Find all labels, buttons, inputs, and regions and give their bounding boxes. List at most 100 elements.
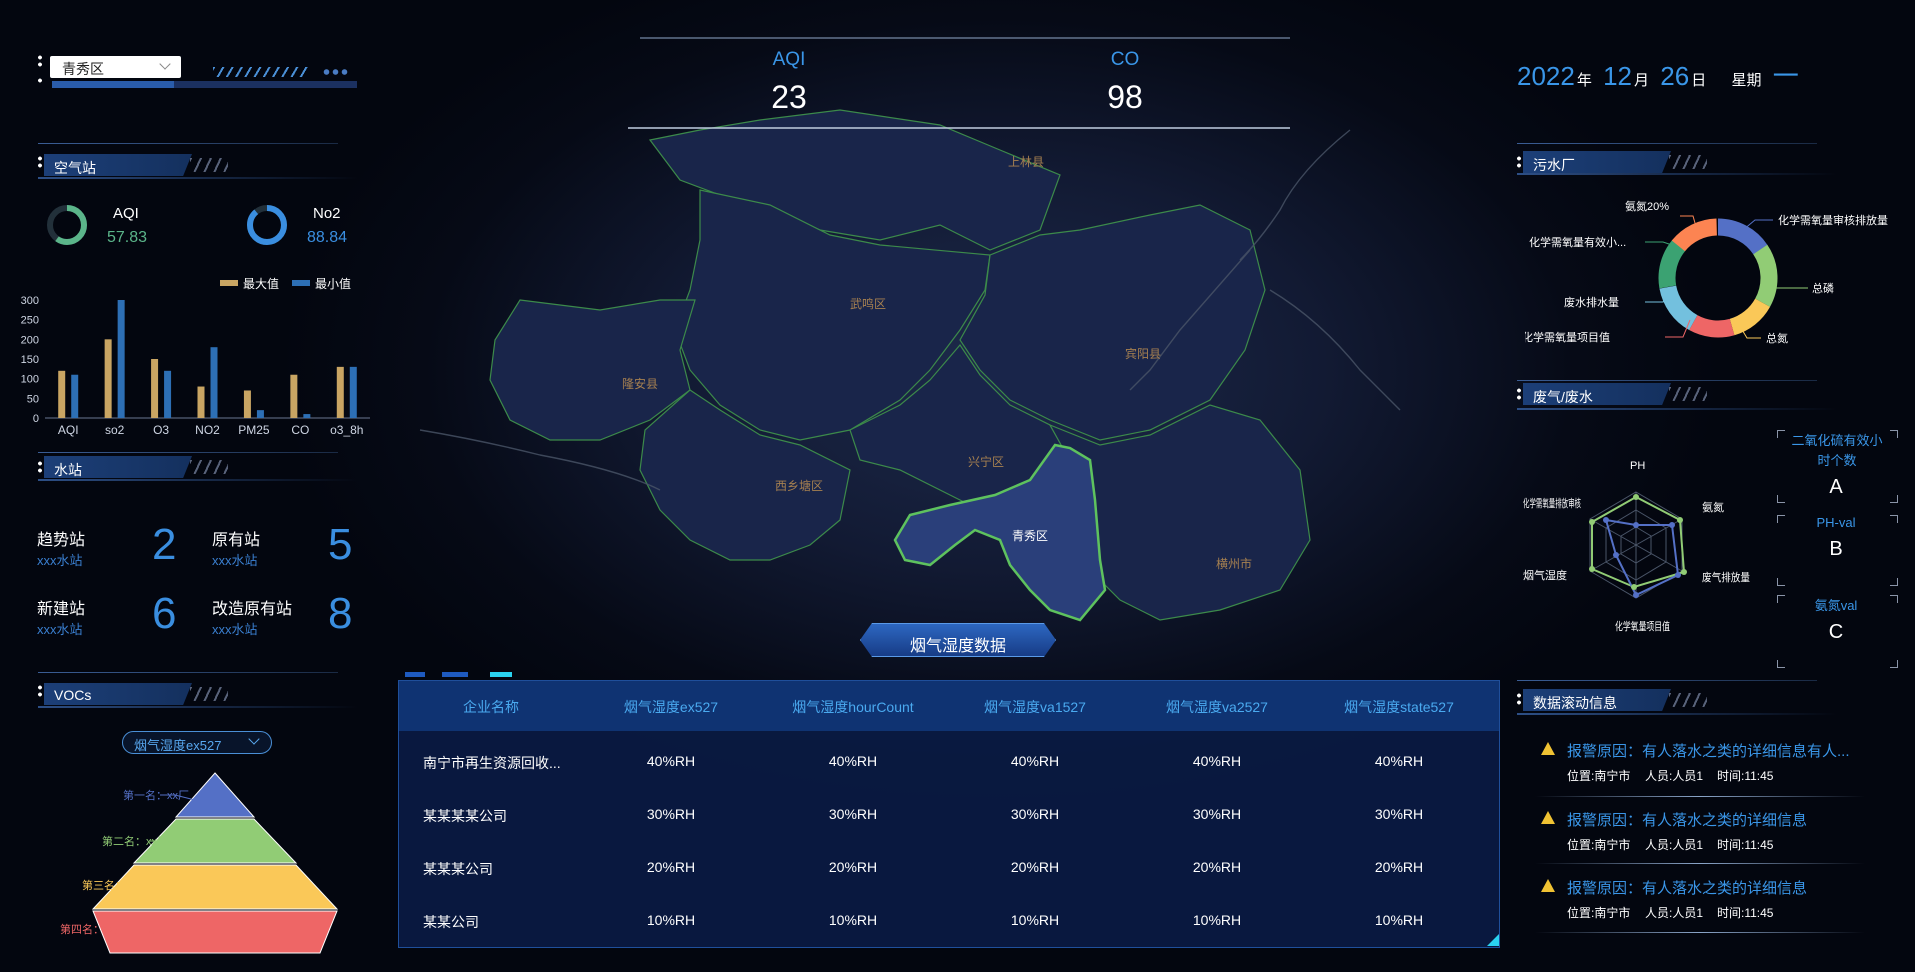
date-month: 12	[1603, 61, 1633, 91]
table-col-header: 烟气湿度ex527	[623, 699, 719, 715]
table-cell: 10%RH	[1010, 912, 1060, 928]
table-cell: 某某公司	[423, 914, 479, 930]
slash-decor	[1669, 387, 1707, 401]
x-tick-label: NO2	[195, 423, 220, 437]
date-year-unit: 年	[1576, 72, 1592, 89]
dots-decor	[38, 77, 42, 84]
sewage-donut-chart: 化学需氧量审核排放量 总磷 总氮 化学需氧量项目值 废水排水量 化学需氧量有效小…	[1525, 199, 1888, 345]
table-col-header: 企业名称	[463, 699, 519, 715]
table-cell: 30%RH	[646, 806, 696, 822]
section-title-water-station: 水站	[44, 456, 192, 478]
x-tick-label: CO	[291, 423, 309, 437]
gauge-label-aqi: AQI	[113, 205, 139, 222]
gauge-label-no2: No2	[313, 205, 341, 222]
warning-icon	[1541, 742, 1555, 755]
alarm-title: 报警原因：有人落水之类的详细信息	[1567, 880, 1808, 897]
alarm-location: 位置:南宁市	[1567, 906, 1631, 920]
corner-decor	[1777, 430, 1785, 438]
table-col-header: 烟气湿度hourCount	[792, 699, 914, 715]
vocs-metric-select[interactable]: 烟气湿度ex527	[122, 731, 272, 754]
table-header: 企业名称 烟气湿度ex527 烟气湿度hourCount 烟气湿度va1527 …	[399, 681, 1499, 731]
table-cell: 30%RH	[828, 806, 878, 822]
map-label-region: 上林县	[1008, 155, 1044, 169]
bar	[349, 366, 357, 418]
map-label-region: 横州市	[1216, 556, 1252, 571]
section-line	[38, 672, 338, 673]
station-count: 8	[328, 589, 353, 638]
radar-label: 化学需氧量排放审核	[1523, 496, 1581, 510]
y-tick-label: 250	[21, 315, 39, 327]
radar-label: 化学氧量项目值	[1615, 619, 1670, 633]
dashboard-screen: 上林县 武鸣区 宾阳县 隆安县 兴宁区 西乡塘区 横州市 青秀区 AQI 23 …	[0, 0, 1915, 972]
section-line	[1517, 408, 1837, 410]
station-count: 5	[328, 520, 353, 569]
district-select-value: 青秀区	[62, 61, 104, 77]
table-cell: 30%RH	[1192, 806, 1242, 822]
station-count: 6	[152, 589, 177, 638]
district-select[interactable]: 青秀区	[50, 56, 181, 78]
corner-decor	[1777, 660, 1785, 668]
divider	[1535, 796, 1865, 797]
table-cell: 10%RH	[646, 912, 696, 928]
aqi-gauge-icon	[47, 205, 87, 245]
bar	[336, 366, 344, 418]
dots-decor	[1517, 155, 1521, 169]
alarm-title: 报警原因：有人落水之类的详细信息	[1567, 812, 1808, 829]
map-label-region: 隆安县	[622, 376, 658, 391]
alarm-location: 位置:南宁市	[1567, 769, 1631, 783]
top-metric-value-aqi: 23	[771, 79, 807, 115]
table-cell: 20%RH	[1374, 859, 1424, 875]
table-cell: 20%RH	[1010, 859, 1060, 875]
corner-decor	[1890, 430, 1898, 438]
map-label-selected: 青秀区	[1012, 529, 1048, 543]
date-year: 2022	[1517, 61, 1575, 91]
corner-decor	[1890, 515, 1898, 523]
donut-label: 总磷	[1812, 281, 1834, 295]
slash-decor	[190, 687, 228, 701]
date-weekday: 一	[1772, 61, 1799, 91]
air-bar-chart: 0 50 100 150 200 250 300 AQI so2 O3 NO2 PM25 CO o3_8h	[21, 295, 370, 437]
section-line	[38, 143, 338, 144]
table-cell: 10%RH	[828, 912, 878, 928]
legend-swatch-min	[292, 280, 310, 286]
divider	[1535, 863, 1865, 864]
bar	[58, 370, 66, 418]
corner-decor	[1890, 578, 1898, 586]
date-display: 2022 年 12 月 26 日 星期 一	[1517, 56, 1799, 93]
readout-label: 二氧化硫有效小时个数	[1791, 433, 1883, 468]
x-tick-label: so2	[105, 423, 125, 437]
bar	[104, 339, 112, 418]
alarm-person: 人员:人员1	[1645, 906, 1704, 920]
gauge-value-no2: 88.84	[307, 229, 348, 246]
slash-decor	[190, 158, 228, 172]
readout-value: C	[1828, 621, 1844, 643]
alarm-time: 时间:11:45	[1717, 838, 1774, 852]
alarm-title: 报警原因：有人落水之类的详细信息有人...	[1567, 743, 1850, 760]
y-tick-label: 50	[27, 393, 39, 405]
bar	[71, 374, 79, 418]
stripe-decor	[213, 67, 308, 77]
table-cell: 南宁市再生资源回收...	[423, 755, 561, 771]
wastegas-radar-chart: PH 氨氮 废气排放量 化学氧量项目值 烟气湿度 化学需氧量排放审核	[1523, 460, 1750, 633]
data-table: 企业名称 烟气湿度ex527 烟气湿度hourCount 烟气湿度va1527 …	[398, 680, 1500, 948]
pyramid-label: 第四名：xx厂	[60, 922, 126, 936]
table-cell: 40%RH	[1010, 753, 1060, 769]
table-decor	[405, 672, 425, 677]
y-tick-label: 0	[33, 413, 39, 425]
warning-icon	[1541, 811, 1555, 824]
table-cell: 30%RH	[1010, 806, 1060, 822]
section-line	[1517, 143, 1817, 144]
pyramid-label: 第二名：xx厂	[102, 834, 168, 848]
bar	[164, 370, 172, 418]
table-cell: 30%RH	[1374, 806, 1424, 822]
dots-decor	[322, 69, 350, 75]
corner-decor	[1777, 515, 1785, 523]
readout-value: B	[1829, 538, 1843, 560]
table-title: 烟气湿度数据	[860, 623, 1056, 657]
readout-label: PH-val	[1816, 515, 1856, 530]
bar	[243, 390, 251, 418]
section-line	[38, 479, 358, 481]
station-sub: xxx水站	[212, 622, 258, 637]
station-sub: xxx水站	[37, 622, 83, 637]
station-sub: xxx水站	[37, 553, 83, 568]
